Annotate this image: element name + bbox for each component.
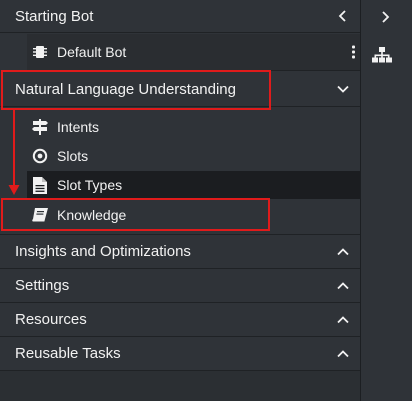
right-tool-rail — [360, 0, 412, 401]
collapse-sidebar-chevron-left-icon[interactable] — [336, 9, 350, 23]
expand-panel-chevron-right-icon[interactable] — [380, 10, 390, 28]
chevron-down-icon[interactable] — [336, 82, 350, 96]
starting-bot-header[interactable]: Starting Bot — [0, 0, 360, 33]
chip-icon — [31, 43, 49, 61]
target-circle-icon — [31, 147, 49, 165]
nlu-item-intents[interactable]: Intents — [27, 113, 360, 141]
sitemap-icon[interactable] — [372, 47, 392, 68]
more-options-icon[interactable] — [352, 45, 355, 59]
default-bot-item[interactable]: Default Bot — [27, 34, 360, 71]
settings-section-header[interactable]: Settings — [0, 269, 360, 303]
reusable-tasks-section-header[interactable]: Reusable Tasks — [0, 337, 360, 371]
nlu-item-slot-types[interactable]: Slot Types — [27, 171, 360, 199]
intents-label: Intents — [57, 119, 100, 135]
reusable-tasks-title: Reusable Tasks — [15, 345, 121, 362]
sidebar-empty-area — [0, 371, 360, 401]
signpost-icon — [31, 118, 49, 136]
knowledge-label: Knowledge — [57, 207, 127, 223]
slots-label: Slots — [57, 148, 89, 164]
annotation-arrow — [8, 109, 20, 195]
book-icon — [31, 206, 49, 224]
navigation-sidebar: Starting Bot Default Bot Natural Languag… — [0, 0, 360, 401]
document-icon — [31, 176, 49, 194]
chevron-up-icon[interactable] — [336, 279, 350, 293]
settings-title: Settings — [15, 277, 70, 294]
chevron-up-icon[interactable] — [336, 245, 350, 259]
nlu-item-knowledge[interactable]: Knowledge — [27, 200, 360, 230]
nlu-section-header[interactable]: Natural Language Understanding — [0, 72, 360, 107]
slot-types-label: Slot Types — [57, 177, 123, 193]
default-bot-label: Default Bot — [57, 44, 127, 60]
nlu-section-title: Natural Language Understanding — [15, 80, 236, 98]
insights-section-header[interactable]: Insights and Optimizations — [0, 235, 360, 269]
chevron-up-icon[interactable] — [336, 347, 350, 361]
resources-section-header[interactable]: Resources — [0, 303, 360, 337]
insights-title: Insights and Optimizations — [15, 243, 191, 260]
chevron-up-icon[interactable] — [336, 313, 350, 327]
resources-title: Resources — [15, 311, 87, 328]
nlu-item-slots[interactable]: Slots — [27, 142, 360, 170]
starting-bot-title: Starting Bot — [15, 7, 94, 25]
